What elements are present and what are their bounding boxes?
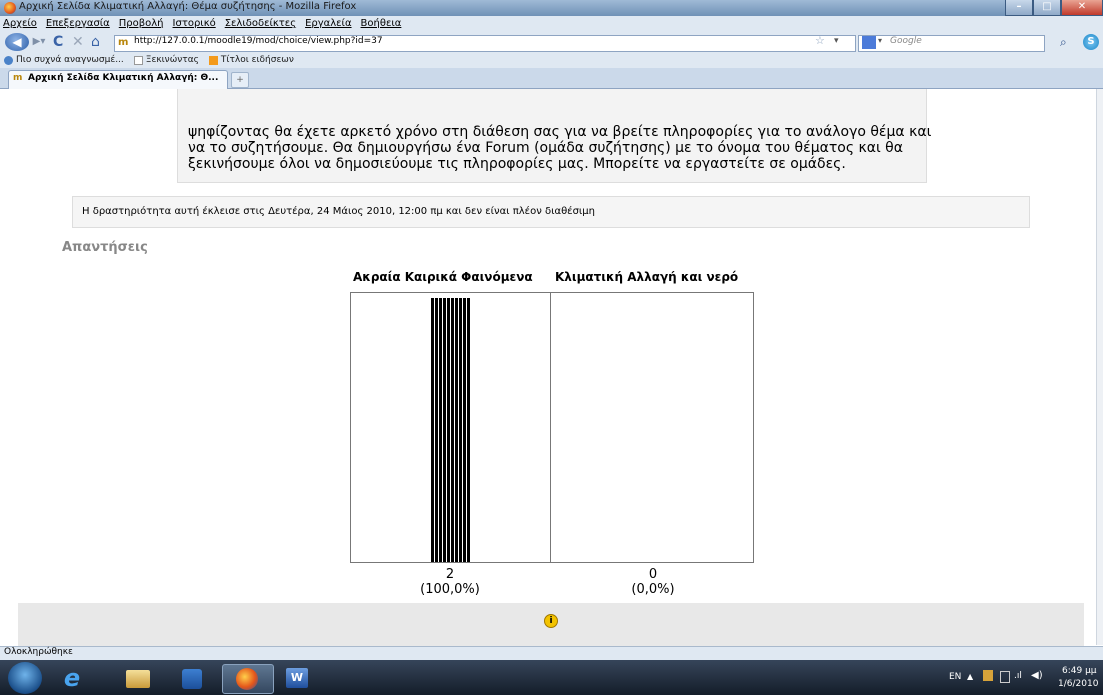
bookmarks-toolbar: Πιο συχνά αναγνωσμέ... Ξεκινώντας Τίτλοι… <box>0 52 1103 68</box>
tab-title[interactable]: Αρχική Σελίδα Κλιματική Αλλαγή: Θ... <box>28 73 218 83</box>
media-player-icon[interactable] <box>172 664 212 692</box>
result-bar <box>431 298 471 562</box>
file-explorer-icon[interactable] <box>118 664 158 692</box>
search-bar[interactable] <box>858 35 1045 52</box>
search-icon[interactable]: ⌕ <box>1060 35 1067 50</box>
menu-help[interactable]: Βοήθεια <box>361 16 402 32</box>
vertical-scrollbar[interactable] <box>1096 89 1103 645</box>
maximize-button[interactable]: □ <box>1033 0 1061 16</box>
back-icon[interactable]: ◀ <box>5 33 29 51</box>
bookmark-star-icon[interactable]: ☆ <box>815 34 825 47</box>
volume-icon[interactable]: ◀) <box>1031 670 1043 681</box>
menu-file[interactable]: Αρχείο <box>3 16 37 32</box>
answers-heading: Απαντήσεις <box>62 240 148 255</box>
menu-tools[interactable]: Εργαλεία <box>305 16 351 32</box>
clock-time[interactable]: 6:49 μμ <box>1062 666 1097 676</box>
intro-text-line: ξεκινήσουμε όλοι να δημοσιεύουμε τις πλη… <box>188 156 846 172</box>
forward-icon[interactable]: ▶▾ <box>30 36 48 48</box>
moodle-site-icon: m <box>118 37 129 48</box>
option-2-percent: (0,0%) <box>631 582 675 597</box>
firefox-taskbar-icon[interactable] <box>222 664 274 694</box>
menu-view[interactable]: Προβολή <box>119 16 164 32</box>
close-button[interactable]: ✕ <box>1061 0 1103 16</box>
language-indicator[interactable]: EN <box>949 672 961 682</box>
page-icon <box>133 55 143 65</box>
skype-icon[interactable]: S <box>1083 34 1099 50</box>
internet-explorer-icon[interactable]: e <box>52 664 92 692</box>
network-signal-icon[interactable]: .ıl <box>1014 671 1022 681</box>
url-text[interactable]: http://127.0.0.1/moodle19/mod/choice/vie… <box>134 36 383 46</box>
menu-bookmarks[interactable]: Σελιδοδείκτες <box>225 16 296 32</box>
intro-text-line: να το συζητήσουμε. Θα δημιουργήσω ένα Fo… <box>188 140 903 156</box>
windows-taskbar <box>0 660 1103 695</box>
status-bar <box>0 646 1103 661</box>
status-text: Ολοκληρώθηκε <box>4 647 73 657</box>
home-icon[interactable]: ⌂ <box>91 34 100 50</box>
bookmark-most-visited[interactable]: Πιο συχνά αναγνωσμέ... <box>4 55 124 65</box>
menu-bar: Αρχείο Επεξεργασία Προβολή Ιστορικό Σελι… <box>0 16 1103 32</box>
option-2-count: 0 <box>648 567 658 582</box>
bookmark-label: Τίτλοι ειδήσεων <box>220 55 294 65</box>
bookmark-label: Πιο συχνά αναγνωσμέ... <box>16 55 124 65</box>
search-engine-dropdown-icon[interactable]: ▾ <box>878 36 882 45</box>
minimize-button[interactable]: – <box>1005 0 1033 16</box>
closed-notice-text: Η δραστηριότητα αυτή έκλεισε στις Δευτέρ… <box>82 206 596 217</box>
bookmark-getting-started[interactable]: Ξεκινώντας <box>133 55 199 65</box>
menu-history[interactable]: Ιστορικό <box>173 16 216 32</box>
info-icon[interactable]: i <box>544 614 558 628</box>
new-tab-button[interactable]: + <box>231 72 249 88</box>
clock-date[interactable]: 1/6/2010 <box>1058 679 1098 689</box>
option-1-count: 2 <box>445 567 455 582</box>
menu-edit[interactable]: Επεξεργασία <box>46 16 110 32</box>
start-button[interactable] <box>8 662 42 694</box>
tray-expand-icon[interactable]: ▲ <box>967 672 973 681</box>
option-1-label: Ακραία Καιρικά Φαινόμενα <box>353 270 533 284</box>
most-visited-icon <box>4 55 13 65</box>
action-center-flag-icon[interactable] <box>983 670 993 681</box>
moodle-tab-icon: m <box>13 73 23 83</box>
search-engine-icon[interactable] <box>862 36 876 49</box>
search-input[interactable]: Google <box>890 36 922 46</box>
intro-text-line: ψηφίζοντας θα έχετε αρκετό χρόνο στη διά… <box>188 124 932 140</box>
url-dropdown-icon[interactable]: ▾ <box>834 36 839 46</box>
reload-icon[interactable]: C <box>53 34 63 50</box>
rss-icon <box>208 55 218 65</box>
stop-icon[interactable]: ✕ <box>72 34 84 50</box>
window-title: Αρχική Σελίδα Κλιματική Αλλαγή: Θέμα συζ… <box>19 1 357 12</box>
device-icon[interactable] <box>1000 671 1010 683</box>
results-chart <box>350 292 754 563</box>
firefox-icon <box>4 2 16 14</box>
option-2-label: Κλιματική Αλλαγή και νερό <box>555 270 739 284</box>
word-icon[interactable]: W <box>276 664 320 692</box>
window-controls: – □ ✕ <box>1005 0 1103 16</box>
chart-column-divider <box>550 292 551 563</box>
bookmark-headlines[interactable]: Τίτλοι ειδήσεων <box>208 55 294 65</box>
option-1-percent: (100,0%) <box>420 582 480 597</box>
bookmark-label: Ξεκινώντας <box>145 55 199 65</box>
